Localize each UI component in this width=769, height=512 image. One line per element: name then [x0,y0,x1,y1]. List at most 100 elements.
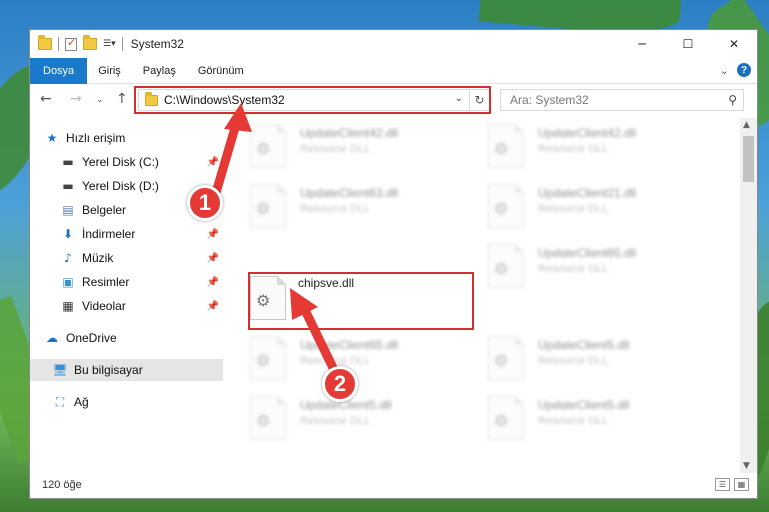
file-name: UpdateClient65.dll [538,246,637,260]
dll-file-icon: ⚙ [488,123,525,168]
minimize-button[interactable]: ─ [619,30,665,58]
drive-icon: ▬ [62,179,74,193]
back-icon[interactable]: ← [40,91,52,107]
dll-file-icon: ⚙ [250,395,287,440]
sidebar-item-label: Resimler [82,275,130,289]
forward-icon[interactable]: → [70,91,82,107]
sidebar-item-label: Hızlı erişim [66,131,126,145]
file-type: Resource DLL [538,263,609,275]
recent-locations-icon[interactable]: ⌄ [96,95,104,105]
file-name: UpdateClient65.dll [300,338,399,352]
cloud-icon: ☁ [46,331,58,345]
sidebar-item-local-disk-c[interactable]: ▬ Yerel Disk (C:) 📌 [30,151,223,173]
dll-file-icon: ⚙ [250,335,287,380]
address-highlight-box [134,86,491,114]
expand-ribbon-icon[interactable]: ⌄ [720,64,729,77]
file-type: Resource DLL [300,355,371,367]
pin-icon[interactable]: 📌 [207,301,219,312]
address-row: ← → ⌄ ↑ C:\Windows\System32 ⌄ ↻ Ara: Sys… [30,85,757,115]
file-item[interactable]: ⚙ UpdateClient5.dll Resource DLL [230,395,460,452]
title-bar: ☰▾ System32 ─ ☐ ✕ [30,30,757,58]
sidebar-item-videos[interactable]: ▦ Videolar 📌 [30,295,223,317]
sidebar-item-label: Ağ [74,395,89,409]
sidebar-item-downloads[interactable]: ⬇ İndirmeler 📌 [30,223,223,245]
file-highlight-box [248,272,474,330]
help-icon[interactable]: ? [737,63,751,77]
search-placeholder: Ara: System32 [510,93,589,107]
new-folder-icon[interactable] [83,35,97,50]
details-view-icon[interactable]: ☰ [715,478,730,491]
sidebar-item-label: Belgeler [82,203,127,217]
file-name: UpdateClient42.dll [538,126,637,140]
sidebar-item-network[interactable]: ⛶ Ağ [30,391,223,413]
large-icons-view-icon[interactable]: ▦ [734,478,749,491]
properties-icon[interactable] [65,36,77,51]
file-type: Resource DLL [300,415,371,427]
file-name: UpdateClient5.dll [538,338,630,352]
dll-file-icon: ⚙ [250,183,287,228]
file-type: Resource DLL [538,203,609,215]
maximize-button[interactable]: ☐ [665,30,711,58]
scroll-down-icon[interactable]: ▼ [743,461,750,471]
step-marker-2: 2 [322,366,358,402]
tab-share[interactable]: Paylaş [132,58,187,84]
search-input[interactable]: Ara: System32 ⚲ [500,89,744,111]
window-controls: ─ ☐ ✕ [619,30,757,58]
file-name: UpdateClient21.dll [538,186,637,200]
vertical-scrollbar[interactable]: ▲ ▼ [740,118,757,473]
computer-icon: 🖥 [52,363,68,377]
divider [58,37,59,51]
search-icon[interactable]: ⚲ [728,93,737,107]
sidebar-item-label: Müzik [82,251,114,265]
file-item[interactable]: ⚙ UpdateClient65.dll Resource DLL [468,243,698,300]
sidebar-item-quick-access[interactable]: ★ Hızlı erişim [30,127,223,149]
sidebar-item-label: Yerel Disk (C:) [82,155,159,169]
file-item[interactable]: ⚙ UpdateClient5.dll Resource DLL [468,395,698,452]
download-icon: ⬇ [62,227,74,241]
close-button[interactable]: ✕ [711,30,757,58]
sidebar-item-pictures[interactable]: ▣ Resimler 📌 [30,271,223,293]
documents-icon: ▤ [62,203,74,217]
pin-icon[interactable]: 📌 [207,253,219,264]
network-icon: ⛶ [55,394,65,409]
file-name: UpdateClient42.dll [300,126,399,140]
sidebar-item-this-pc[interactable]: 🖥 Bu bilgisayar [30,359,223,381]
video-icon: ▦ [62,299,74,313]
pictures-icon: ▣ [62,275,74,289]
dll-file-icon: ⚙ [488,183,525,228]
file-item[interactable]: ⚙ UpdateClient21.dll Resource DLL [468,183,698,240]
drive-icon: ▬ [62,155,74,169]
ribbon-right: ⌄ ? [720,63,751,77]
file-item[interactable]: ⚙ UpdateClient5.dll Resource DLL [468,335,698,392]
music-icon: ♪ [64,251,72,265]
scrollbar-thumb[interactable] [743,136,754,182]
sidebar-item-onedrive[interactable]: ☁ OneDrive [30,327,223,349]
file-type: Resource DLL [538,355,609,367]
dll-file-icon: ⚙ [488,395,525,440]
file-item[interactable]: ⚙ UpdateClient42.dll Resource DLL [468,123,698,180]
sidebar-item-label: OneDrive [66,331,117,345]
tab-file[interactable]: Dosya [30,57,88,84]
dll-file-icon: ⚙ [488,243,525,288]
navigation-pane: ★ Hızlı erişim ▬ Yerel Disk (C:) 📌 ▬ Yer… [30,122,223,468]
file-item[interactable]: ⚙ UpdateClient63.dll Resource DLL [230,183,460,240]
view-switcher: ☰ ▦ [715,478,749,491]
status-bar: 120 öğe ☰ ▦ [30,472,757,498]
file-list: ⚙ UpdateClient42.dll Resource DLL ⚙ Updat… [230,118,742,473]
sidebar-item-music[interactable]: ♪ Müzik 📌 [30,247,223,269]
file-type: Resource DLL [300,143,371,155]
file-name: UpdateClient5.dll [538,398,630,412]
up-icon[interactable]: ↑ [116,91,128,107]
explorer-window: ☰▾ System32 ─ ☐ ✕ Dosya Giriş Paylaş Gör… [29,29,758,499]
sidebar-item-label: Yerel Disk (D:) [82,179,159,193]
pin-icon[interactable]: 📌 [207,157,219,168]
dll-file-icon: ⚙ [488,335,525,380]
ribbon-tabs: Dosya Giriş Paylaş Görünüm ⌄ ? [30,57,757,84]
pin-icon[interactable]: 📌 [207,229,219,240]
file-item[interactable]: ⚙ UpdateClient42.dll Resource DLL [230,123,460,180]
tab-view[interactable]: Görünüm [187,58,255,84]
pin-icon[interactable]: 📌 [207,277,219,288]
customize-toolbar-icon[interactable]: ☰▾ [103,39,116,49]
tab-home[interactable]: Giriş [87,58,132,84]
scroll-up-icon[interactable]: ▲ [743,120,750,130]
